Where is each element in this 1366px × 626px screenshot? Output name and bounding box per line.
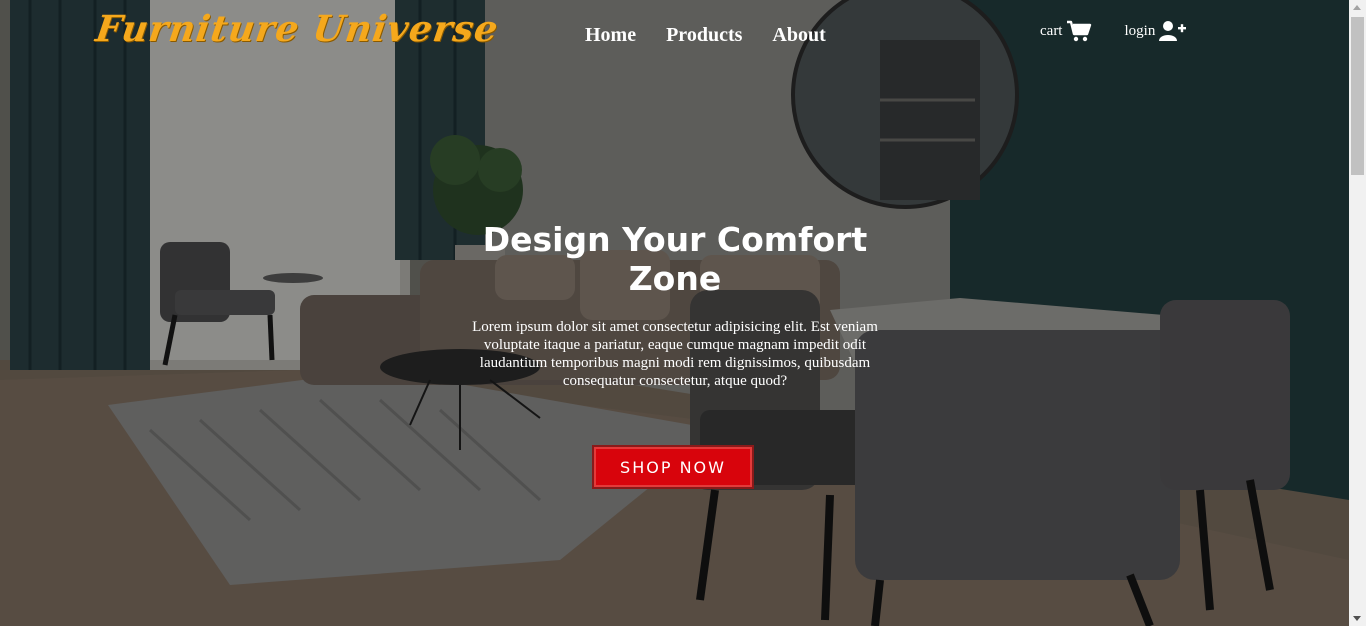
scroll-up-arrow-icon[interactable] — [1353, 5, 1361, 10]
hero-title: Design Your Comfort Zone — [482, 220, 868, 298]
login-link[interactable]: login — [1124, 20, 1187, 42]
scrollbar-thumb[interactable] — [1351, 17, 1364, 175]
hero-content: Design Your Comfort Zone Lorem ipsum dol… — [470, 220, 880, 390]
vertical-scrollbar[interactable] — [1349, 0, 1366, 626]
nav-link-products[interactable]: Products — [666, 24, 742, 47]
shopping-cart-icon — [1067, 20, 1092, 42]
cart-link[interactable]: cart — [1040, 20, 1092, 42]
nav-links: Home Products About — [585, 24, 856, 47]
cart-label: cart — [1040, 22, 1063, 39]
nav-link-about[interactable]: About — [772, 24, 825, 47]
brand-logo[interactable]: Furniture Universe — [93, 8, 501, 50]
nav-link-home[interactable]: Home — [585, 24, 636, 47]
hero-description: Lorem ipsum dolor sit amet consectetur a… — [472, 319, 878, 389]
scroll-down-arrow-icon[interactable] — [1353, 616, 1361, 621]
nav-actions: cart login — [1040, 20, 1219, 42]
navbar: Furniture Universe Home Products About c… — [0, 0, 1349, 72]
login-label: login — [1124, 22, 1156, 39]
hero-section: Furniture Universe Home Products About c… — [0, 0, 1349, 626]
user-plus-icon — [1159, 21, 1187, 41]
shop-now-button[interactable]: SHOP NOW — [592, 445, 754, 489]
